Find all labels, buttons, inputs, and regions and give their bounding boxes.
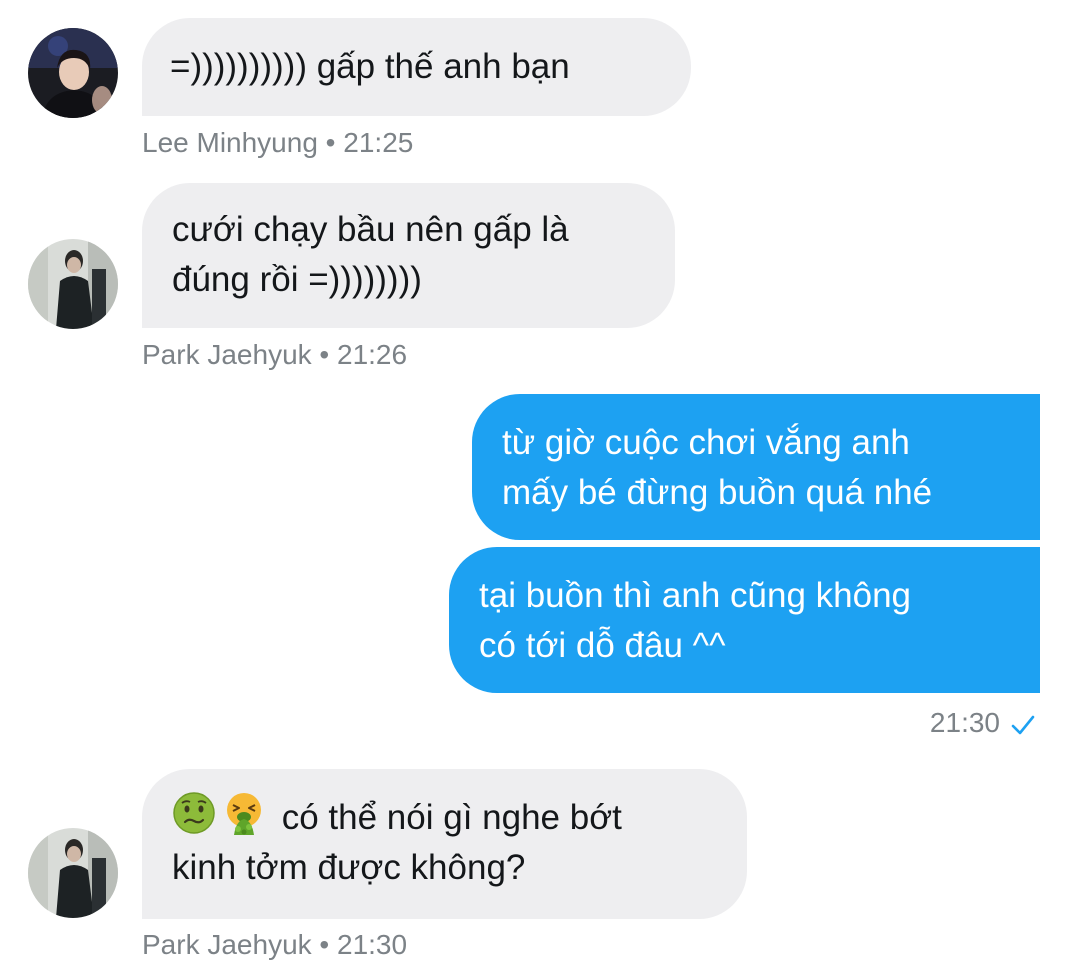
message-text-line: có tới dỗ đâu ^^ bbox=[479, 626, 726, 665]
avatar-lee-minhyung[interactable] bbox=[28, 28, 118, 118]
vomiting-face-emoji bbox=[227, 793, 261, 835]
message-bubble-incoming[interactable]: cưới chạy bầu nên gấp là đúng rồi =)))))… bbox=[142, 183, 675, 328]
message-meta-outgoing: 21:30 bbox=[930, 706, 1036, 740]
message-bubble-outgoing[interactable]: từ giờ cuộc chơi vắng anh mấy bé đừng bu… bbox=[472, 394, 1040, 540]
nauseated-face-emoji bbox=[173, 792, 215, 834]
message-text-line-with-emoji: có thể nói gì nghe bớt bbox=[172, 791, 717, 843]
message-time: 21:30 bbox=[929, 707, 1000, 738]
message-text-line: từ giờ cuộc chơi vắng anh bbox=[502, 423, 910, 462]
message-text: có thể nói gì nghe bớt bbox=[281, 798, 622, 837]
message-text-line: kinh tởm được không? bbox=[172, 848, 526, 887]
avatar-park-jaehyuk[interactable] bbox=[28, 828, 118, 918]
message-text-line: tại buồn thì anh cũng không bbox=[479, 576, 912, 615]
message-text-line: mấy bé đừng buồn quá nhé bbox=[502, 473, 933, 512]
message-bubble-outgoing[interactable]: tại buồn thì anh cũng không có tới dỗ đâ… bbox=[449, 547, 1040, 693]
check-icon bbox=[1011, 715, 1035, 734]
avatar-photo bbox=[28, 28, 118, 118]
avatar-photo bbox=[28, 828, 118, 918]
message-bubble-incoming[interactable]: =)))))))))) gấp thế anh bạn bbox=[142, 18, 691, 116]
message-meta: Park Jaehyuk • 21:30 bbox=[142, 929, 408, 960]
message-text: =)))))))))) gấp thế anh bạn bbox=[170, 47, 570, 86]
message-text-line: đúng rồi =)))))))) bbox=[172, 260, 422, 299]
avatar-photo bbox=[28, 239, 118, 329]
avatar-park-jaehyuk[interactable] bbox=[28, 239, 118, 329]
message-meta: Park Jaehyuk • 21:26 bbox=[142, 339, 408, 370]
message-bubble-incoming[interactable]: có thể nói gì nghe bớt kinh tởm được khô… bbox=[142, 769, 747, 919]
message-meta: Lee Minhyung • 21:25 bbox=[142, 127, 414, 158]
message-text-line: cưới chạy bầu nên gấp là bbox=[172, 210, 569, 249]
